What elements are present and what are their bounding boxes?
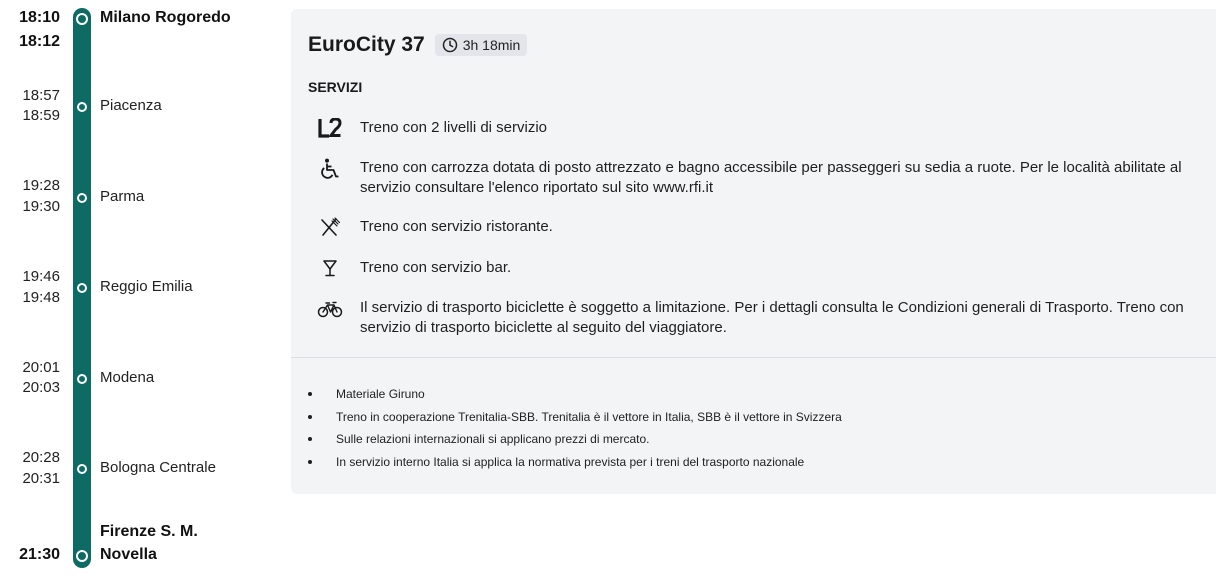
arrival-time: 19:28 (22, 177, 60, 194)
stop-name-line-1: Firenze S. M. (100, 523, 198, 540)
arrival-time: 21:30 (19, 546, 60, 563)
train-header: EuroCity 37 3h 18min (308, 33, 528, 57)
stop-marker (77, 374, 87, 384)
wheelchair-icon (316, 158, 344, 180)
note-item: In servizio interno Italia si applica la… (308, 451, 842, 474)
departure-time: 20:31 (22, 470, 60, 487)
bullet-icon (308, 459, 312, 464)
note-item: Treno in cooperazione Trenitalia-SBB. Tr… (308, 406, 842, 429)
train-notes-list: Materiale Giruno Treno in cooperazione T… (308, 383, 842, 473)
note-text: Sulle relazioni internazionali si applic… (336, 432, 650, 446)
stop-name: Modena (100, 369, 155, 386)
bullet-icon (308, 392, 312, 396)
stop-name-line-2: Novella (100, 546, 157, 563)
section-divider (291, 357, 1216, 358)
stop-marker (77, 464, 87, 474)
arrival-time: 19:46 (22, 268, 60, 285)
bullet-icon (308, 437, 312, 441)
stop-marker (77, 193, 87, 203)
note-text: Materiale Giruno (336, 387, 425, 401)
stop-marker (76, 13, 88, 25)
services-heading: SERVIZI (308, 79, 363, 95)
restaurant-icon (316, 216, 344, 238)
arrival-time: 20:01 (22, 359, 60, 376)
clock-icon (442, 37, 457, 53)
stop-name: Bologna Centrale (100, 459, 216, 476)
bicycle-icon (316, 298, 344, 320)
stop-marker (77, 102, 87, 112)
departure-time: 19:30 (22, 198, 60, 215)
departure-time: 19:48 (22, 289, 60, 306)
arrival-time: 20:28 (22, 449, 60, 466)
arrival-time: 18:10 (19, 9, 60, 26)
note-text: Treno in cooperazione Trenitalia-SBB. Tr… (336, 409, 842, 424)
service-text: Treno con servizio ristorante. (360, 218, 553, 235)
stop-name: Milano Rogoredo (100, 9, 231, 26)
service-text: Treno con 2 livelli di servizio (360, 119, 548, 136)
stop-name: Piacenza (100, 97, 162, 114)
duration-text: 3h 18min (462, 37, 521, 53)
stop-name: Reggio Emilia (100, 278, 193, 295)
service-text: Treno con carrozza dotata di posto attre… (360, 159, 1182, 196)
departure-time: 18:59 (22, 107, 60, 124)
l2-level-icon (316, 117, 344, 139)
service-text: Treno con servizio bar. (360, 259, 512, 276)
service-text: Il servizio di trasporto biciclette è so… (360, 299, 1184, 336)
bar-glass-icon (316, 257, 344, 279)
note-item: Materiale Giruno (308, 383, 842, 406)
stop-marker (76, 550, 88, 562)
duration-badge: 3h 18min (434, 34, 528, 56)
departure-time: 20:03 (22, 379, 60, 396)
train-details-panel: EuroCity 37 3h 18min SERVIZI Treno con 2… (291, 9, 1216, 494)
bullet-icon (308, 414, 312, 419)
note-text: In servizio interno Italia si applica la… (336, 454, 805, 469)
train-title: EuroCity 37 (308, 33, 425, 56)
itinerary-timeline: 18:10 18:12 Milano Rogoredo 18:57 18:59 … (0, 0, 280, 584)
departure-time: 18:12 (19, 33, 60, 50)
stop-name: Parma (100, 188, 145, 205)
note-item: Sulle relazioni internazionali si applic… (308, 428, 842, 451)
arrival-time: 18:57 (22, 87, 60, 104)
stop-marker (77, 283, 87, 293)
